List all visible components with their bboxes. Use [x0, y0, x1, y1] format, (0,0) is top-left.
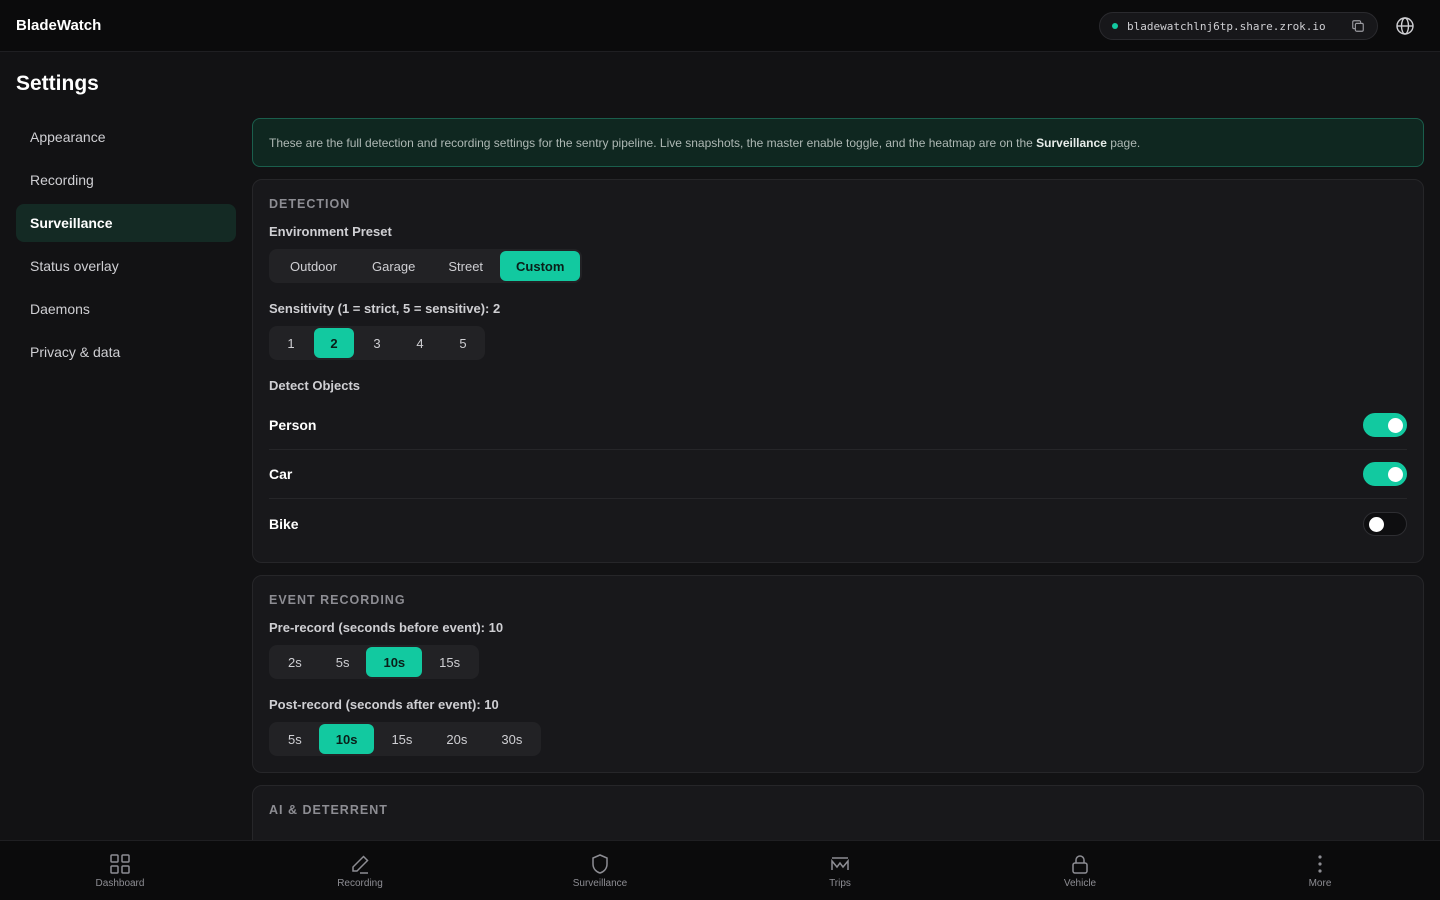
info-text: These are the full detection and recordi…: [269, 135, 1141, 150]
pen-icon: [352, 855, 369, 874]
nav-vehicle[interactable]: Vehicle: [960, 841, 1200, 900]
pre-record-15s[interactable]: 15s: [422, 647, 477, 677]
nav-label: Dashboard: [95, 878, 145, 889]
toggle-knob: [1388, 418, 1403, 433]
copy-icon[interactable]: [1351, 19, 1365, 33]
nav-more[interactable]: More: [1200, 841, 1440, 900]
bike-toggle[interactable]: [1363, 511, 1407, 536]
nav-trips[interactable]: Trips: [720, 841, 960, 900]
grid-icon: [110, 854, 130, 874]
settings-content: These are the full detection and recordi…: [252, 118, 1424, 855]
info-banner: These are the full detection and recordi…: [252, 118, 1424, 167]
post-record-selector: 5s 10s 15s 20s 30s: [269, 722, 542, 756]
post-record-15s[interactable]: 15s: [374, 724, 429, 754]
ai-deterrent-title: AI & Deterrent: [269, 803, 388, 817]
pre-record-10s[interactable]: 10s: [366, 647, 423, 677]
car-toggle[interactable]: [1363, 462, 1407, 486]
more-icon: [1318, 855, 1322, 873]
sidebar-item-status-overlay[interactable]: Status overlay: [16, 247, 236, 285]
object-row-person: Person: [269, 401, 1407, 450]
sensitivity-label: Sensitivity (1 = strict, 5 = sensitive):…: [269, 301, 501, 316]
preset-street[interactable]: Street: [431, 251, 500, 281]
nav-label: Trips: [829, 878, 851, 889]
sidebar-item-appearance[interactable]: Appearance: [16, 118, 236, 156]
event-recording-title: Event Recording: [269, 593, 406, 607]
top-bar: BladeWatch bladewatchlnj6tp.share.zrok.i…: [0, 0, 1440, 52]
detection-title: Detection: [269, 197, 351, 211]
sidebar-item-daemons[interactable]: Daemons: [16, 290, 236, 328]
nav-label: Surveillance: [572, 878, 628, 889]
nav-surveillance[interactable]: Surveillance: [480, 841, 720, 900]
route-icon: [831, 857, 849, 870]
sensitivity-2[interactable]: 2: [314, 328, 354, 358]
nav-label: More: [1308, 878, 1332, 889]
detection-card: Detection Environment Preset Outdoor Gar…: [252, 179, 1424, 563]
pre-record-selector: 2s 5s 10s 15s: [269, 645, 480, 679]
post-record-30s[interactable]: 30s: [484, 724, 539, 754]
status-dot: [1112, 23, 1118, 29]
event-recording-card: Event Recording Pre-record (seconds befo…: [252, 575, 1424, 773]
object-label: Car: [269, 466, 293, 482]
lock-icon: [1072, 855, 1088, 874]
settings-sidebar: Appearance Recording Surveillance Status…: [16, 118, 236, 376]
globe-icon[interactable]: [1395, 16, 1415, 36]
sensitivity-3[interactable]: 3: [357, 328, 397, 358]
preset-selector: Outdoor Garage Street Custom: [269, 249, 583, 283]
post-record-5s[interactable]: 5s: [271, 724, 319, 754]
toggle-knob: [1388, 467, 1403, 482]
pre-record-2s[interactable]: 2s: [271, 647, 319, 677]
nav-recording[interactable]: Recording: [240, 841, 480, 900]
sensitivity-4[interactable]: 4: [400, 328, 440, 358]
preset-outdoor[interactable]: Outdoor: [271, 251, 356, 281]
nav-label: Vehicle: [1063, 878, 1097, 889]
share-url-pill[interactable]: bladewatchlnj6tp.share.zrok.io: [1099, 12, 1378, 40]
sidebar-item-recording[interactable]: Recording: [16, 161, 236, 199]
preset-garage[interactable]: Garage: [356, 251, 431, 281]
objects-label: Detect Objects: [269, 378, 361, 393]
sidebar-item-surveillance[interactable]: Surveillance: [16, 204, 236, 242]
pre-record-label: Pre-record (seconds before event): 10: [269, 620, 504, 635]
object-row-bike: Bike: [269, 499, 1407, 548]
shield-icon: [592, 854, 608, 874]
sensitivity-1[interactable]: 1: [271, 328, 311, 358]
preset-label: Environment Preset: [269, 224, 392, 239]
post-record-20s[interactable]: 20s: [429, 724, 484, 754]
app-title: BladeWatch: [16, 17, 102, 34]
object-label: Person: [269, 417, 317, 433]
post-record-10s[interactable]: 10s: [318, 724, 375, 754]
post-record-label: Post-record (seconds after event): 10: [269, 697, 499, 712]
page-title: Settings: [16, 72, 99, 95]
share-url: bladewatchlnj6tp.share.zrok.io: [1127, 19, 1326, 33]
preset-custom[interactable]: Custom: [500, 251, 581, 281]
sensitivity-selector: 1 2 3 4 5: [269, 326, 485, 360]
person-toggle[interactable]: [1363, 413, 1407, 437]
object-row-car: Car: [269, 450, 1407, 499]
sensitivity-5[interactable]: 5: [443, 328, 483, 358]
sidebar-item-privacy[interactable]: Privacy & data: [16, 333, 236, 371]
nav-label: Recording: [337, 878, 383, 889]
objects-list: Person Car Bike: [269, 401, 1407, 548]
object-label: Bike: [269, 515, 299, 532]
pre-record-5s[interactable]: 5s: [319, 647, 367, 677]
toggle-knob: [1369, 516, 1384, 532]
nav-dashboard[interactable]: Dashboard: [0, 841, 240, 900]
bottom-nav: Dashboard Recording Surveillance Trips V…: [0, 840, 1440, 900]
